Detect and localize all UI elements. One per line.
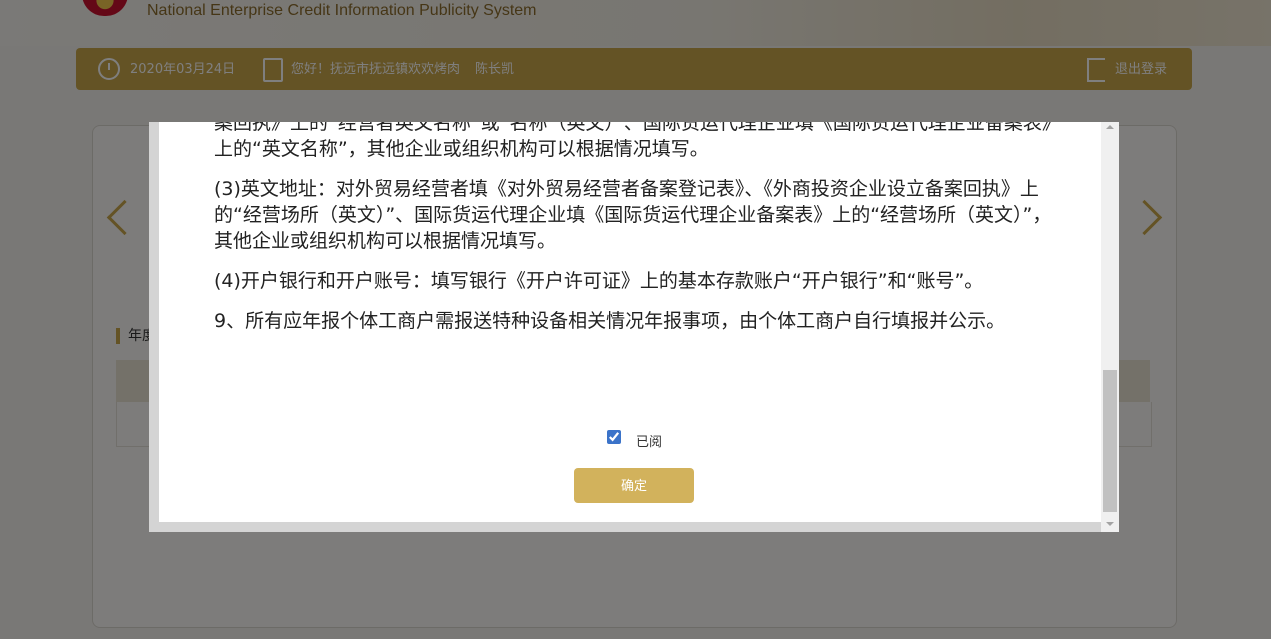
notice-paragraph: (4)开户银行和开户账号：填写银行《开户许可证》上的基本存款账户“开户银行”和“… <box>214 270 984 292</box>
read-checkbox[interactable] <box>607 430 621 444</box>
scroll-down-arrow-icon[interactable] <box>1106 522 1114 526</box>
scrollbar-thumb[interactable] <box>1103 370 1117 512</box>
modal-body: 案回执》上的“经营者英文名称”或“名称（英文）”、国际货运代理企业填《国际货运代… <box>159 122 1101 522</box>
confirm-button[interactable]: 确定 <box>574 468 694 503</box>
scroll-up-arrow-icon[interactable] <box>1106 125 1114 129</box>
notice-paragraph: (3)英文地址：对外贸易经营者填《对外贸易经营者备案登记表》、《外商投资企业设立… <box>214 178 1052 252</box>
notice-modal: 案回执》上的“经营者英文名称”或“名称（英文）”、国际货运代理企业填《国际货运代… <box>149 122 1119 532</box>
notice-content: 案回执》上的“经营者英文名称”或“名称（英文）”、国际货运代理企业填《国际货运代… <box>214 122 1059 348</box>
read-checkbox-label: 已阅 <box>636 435 663 450</box>
notice-paragraph: 9、所有应年报个体工商户需报送特种设备相关情况年报事项，由个体工商户自行填报并公… <box>214 310 1006 332</box>
modal-scrollbar[interactable] <box>1101 122 1119 532</box>
notice-paragraph: 案回执》上的“经营者英文名称”或“名称（英文）”、国际货运代理企业填《国际货运代… <box>214 122 1052 160</box>
